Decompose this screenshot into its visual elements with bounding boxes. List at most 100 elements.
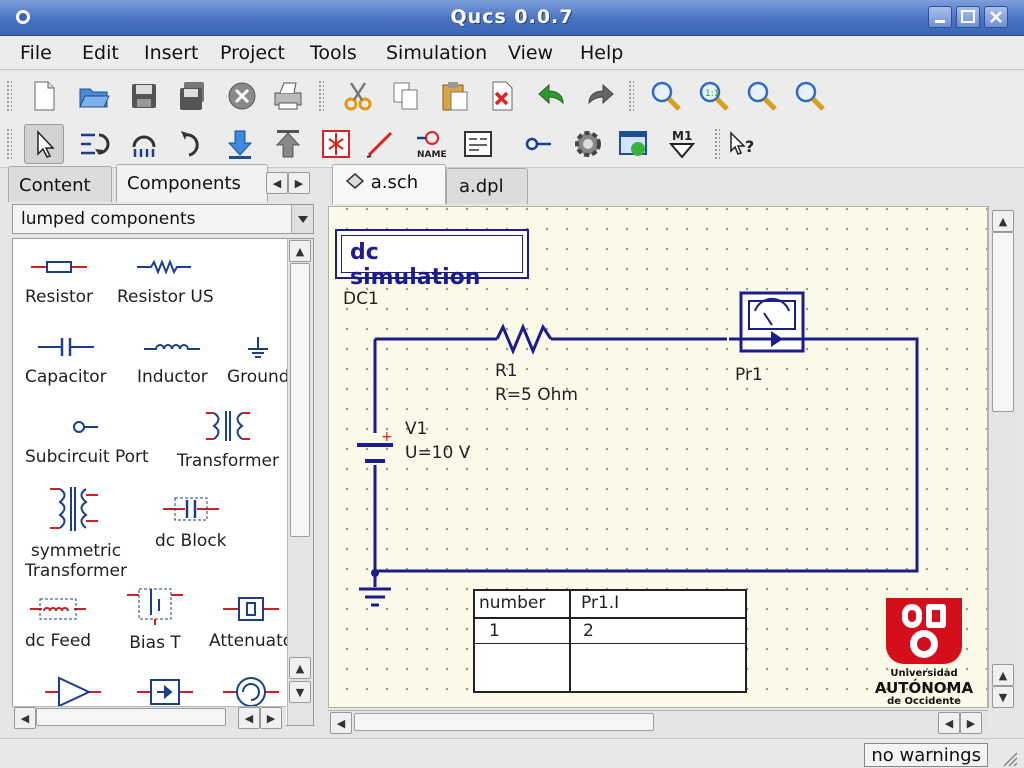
component-ground[interactable]: Ground [227, 335, 290, 387]
delete-button[interactable] [482, 76, 522, 116]
redo-button[interactable] [580, 76, 620, 116]
menu-file[interactable]: File [20, 42, 52, 64]
wire-label-button[interactable]: NAME [410, 124, 450, 164]
component-bias-t[interactable]: Bias T [125, 585, 185, 653]
select-button[interactable] [24, 124, 64, 164]
gear-icon [575, 131, 601, 157]
tab-a-sch[interactable]: a.sch [332, 164, 446, 204]
dc-feed-icon [30, 598, 87, 620]
copy-button[interactable] [386, 76, 426, 116]
component-capacitor[interactable]: Capacitor [25, 335, 107, 387]
zoom-fit-button[interactable] [646, 76, 686, 116]
undo-button[interactable] [532, 76, 572, 116]
canvas-vscroll-thumb[interactable] [992, 232, 1014, 412]
close-doc-button[interactable] [222, 76, 262, 116]
menu-simulation[interactable]: Simulation [386, 42, 487, 64]
component-resistor[interactable]: Resistor [25, 255, 93, 307]
mirror-x-button[interactable] [74, 124, 114, 164]
new-button[interactable] [24, 76, 64, 116]
toolbar-grip[interactable] [714, 128, 720, 160]
open-folder-icon [79, 88, 110, 108]
simulate-button[interactable] [568, 124, 608, 164]
scroll-up-button-lower[interactable]: ▲ [289, 657, 311, 679]
canvas-scroll-down[interactable]: ▼ [992, 686, 1014, 708]
deactivate-button[interactable] [316, 124, 356, 164]
logo-line3: de Occidente [887, 696, 961, 707]
component-symmetric-transformer[interactable]: symmetric Transformer [25, 485, 127, 581]
component-transformer[interactable]: Transformer [177, 409, 279, 471]
cut-button[interactable] [338, 76, 378, 116]
mirror-y-button[interactable] [124, 124, 164, 164]
view-data-button[interactable] [614, 124, 654, 164]
marker-button[interactable]: M1 [662, 124, 702, 164]
component-label: Ground [227, 367, 290, 387]
scroll-left-button-right[interactable]: ◀ [238, 707, 260, 729]
menu-help[interactable]: Help [580, 42, 623, 64]
results-table[interactable]: number Pr1.I 1 2 [473, 589, 747, 693]
component-label: Transformer [177, 451, 280, 471]
component-dc-block[interactable]: dc Block [155, 495, 227, 551]
warnings-indicator[interactable]: no warnings [864, 743, 988, 767]
minimize-button[interactable] [928, 6, 952, 28]
hscroll-thumb[interactable] [36, 708, 226, 726]
canvas-hscrollbar[interactable]: ◀ ◀ ▶ [328, 710, 988, 734]
zoom-in-button[interactable] [742, 76, 782, 116]
open-button[interactable] [74, 76, 114, 116]
canvas-scroll-left[interactable]: ◀ [330, 712, 352, 734]
tab-scroll-left[interactable]: ◀ [266, 172, 288, 194]
resize-grip-icon[interactable] [1000, 749, 1018, 767]
scroll-thumb[interactable] [290, 263, 310, 537]
canvas-scroll-up[interactable]: ▲ [992, 210, 1014, 232]
canvas-hscroll-thumb[interactable] [354, 713, 654, 731]
scroll-down-button[interactable]: ▼ [289, 681, 311, 703]
port-button[interactable] [518, 124, 558, 164]
toolbar-grip[interactable] [628, 80, 634, 112]
menu-view[interactable]: View [508, 42, 553, 64]
help-button[interactable]: ? [722, 124, 762, 164]
scroll-right-button[interactable]: ▶ [260, 707, 282, 729]
zoom-out-icon [795, 81, 825, 111]
tab-content[interactable]: Content [8, 166, 112, 202]
component-list-hscrollbar[interactable]: ◀ ◀ ▶ [12, 706, 286, 729]
toolbar-grip[interactable] [6, 80, 12, 112]
equation-button[interactable] [458, 124, 498, 164]
canvas-scroll-left-right[interactable]: ◀ [938, 712, 960, 734]
close-button[interactable] [984, 6, 1008, 28]
menu-tools[interactable]: Tools [310, 42, 357, 64]
tab-a-dpl[interactable]: a.dpl [446, 168, 528, 204]
menu-insert[interactable]: Insert [144, 42, 199, 64]
component-resistor-us[interactable]: Resistor US [117, 255, 214, 307]
tab-components[interactable]: Components [116, 164, 268, 202]
enter-subcircuit-button[interactable] [220, 124, 260, 164]
paste-button[interactable] [434, 76, 474, 116]
resistor-name: R1 [495, 361, 518, 381]
wire-button[interactable] [360, 124, 400, 164]
rotate-button[interactable] [172, 124, 212, 164]
save-button[interactable] [124, 76, 164, 116]
scroll-left-button[interactable]: ◀ [14, 707, 36, 729]
toolbar-grip[interactable] [318, 80, 324, 112]
scroll-up-button[interactable]: ▲ [289, 240, 311, 262]
subcircuit-port-icon [72, 421, 98, 433]
component-dc-feed[interactable]: dc Feed [25, 595, 91, 651]
menu-project[interactable]: Project [220, 42, 285, 64]
table-cell-value: 2 [583, 621, 594, 641]
component-label: symmetric [30, 541, 122, 561]
category-select[interactable]: lumped components [12, 204, 314, 234]
component-attenuator[interactable]: Attenuator [209, 595, 293, 651]
tab-scroll-right[interactable]: ▶ [288, 172, 310, 194]
component-subcircuit-port[interactable]: Subcircuit Port [25, 415, 149, 467]
canvas-scroll-up-lower[interactable]: ▲ [992, 664, 1014, 686]
save-all-button[interactable] [172, 76, 212, 116]
canvas-scroll-right[interactable]: ▶ [960, 712, 982, 734]
menu-edit[interactable]: Edit [82, 42, 119, 64]
component-list-scrollbar[interactable]: ▲ ▲ ▼ [287, 239, 313, 725]
zoom-out-button[interactable] [790, 76, 830, 116]
print-button[interactable] [268, 76, 308, 116]
canvas-vscrollbar[interactable]: ▲ ▲ ▼ [988, 206, 1016, 708]
zoom-1to1-button[interactable]: 1:1 [694, 76, 734, 116]
maximize-button[interactable] [956, 6, 980, 28]
exit-subcircuit-button[interactable] [268, 124, 308, 164]
component-inductor[interactable]: Inductor [137, 335, 208, 387]
toolbar-grip[interactable] [6, 128, 12, 160]
